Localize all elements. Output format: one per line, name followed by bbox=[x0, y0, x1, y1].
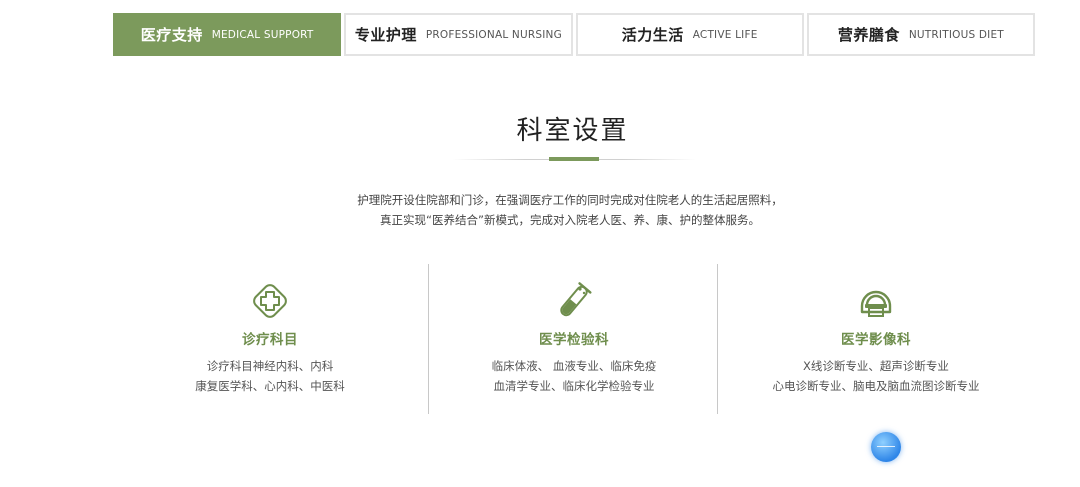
test-tube-icon bbox=[560, 282, 592, 317]
department-name: 医学检验科 bbox=[539, 332, 609, 348]
description-line: 临床体液、 血液专业、临床免疫 bbox=[491, 359, 657, 373]
section-intro: 护理院开设住院部和门诊，在强调医疗工作的同时完成对住院老人的生活起居照料， 真正… bbox=[0, 190, 1080, 230]
tab-label-en: ACTIVE LIFE bbox=[692, 28, 758, 41]
tab-label-zh: 营养膳食 bbox=[837, 26, 900, 44]
description-line: 诊疗科目神经内科、内科 bbox=[206, 359, 334, 373]
tab-active-life[interactable]: 活力生活 ACTIVE LIFE bbox=[575, 13, 804, 56]
floating-action-button[interactable] bbox=[871, 432, 901, 462]
medical-cross-icon bbox=[253, 284, 287, 318]
department-description: X线诊断专业、超声诊断专业 心电诊断专业、脑电及脑血流图诊断专业 bbox=[725, 356, 1027, 396]
tab-label-en: NUTRITIOUS DIET bbox=[908, 28, 1004, 41]
tab-label-zh: 医疗支持 bbox=[140, 26, 203, 44]
tab-label-zh: 活力生活 bbox=[621, 26, 684, 44]
column-divider bbox=[428, 264, 429, 414]
tab-medical-support[interactable]: 医疗支持 MEDICAL SUPPORT bbox=[113, 13, 342, 56]
description-line: 心电诊断专业、脑电及脑血流图诊断专业 bbox=[772, 379, 980, 393]
tab-nutritious-diet[interactable]: 营养膳食 NUTRITIOUS DIET bbox=[806, 13, 1035, 56]
description-line: 血清学专业、临床化学检验专业 bbox=[493, 379, 655, 393]
department-name: 医学影像科 bbox=[841, 332, 911, 348]
column-divider bbox=[717, 264, 718, 414]
tab-label-en: PROFESSIONAL NURSING bbox=[425, 28, 562, 41]
title-accent-bar bbox=[549, 157, 599, 161]
intro-line: 护理院开设住院部和门诊，在强调医疗工作的同时完成对住院老人的生活起居照料， bbox=[357, 193, 783, 207]
department-diagnosis: 诊疗科目 诊疗科目神经内科、内科 康复医学科、心内科、中医科 bbox=[125, 264, 415, 414]
description-line: 康复医学科、心内科、中医科 bbox=[195, 379, 345, 393]
department-description: 临床体液、 血液专业、临床免疫 血清学专业、临床化学检验专业 bbox=[430, 356, 718, 396]
department-name: 诊疗科目 bbox=[242, 332, 298, 348]
department-imaging: 医学影像科 X线诊断专业、超声诊断专业 心电诊断专业、脑电及脑血流图诊断专业 bbox=[725, 264, 1027, 414]
tab-label-zh: 专业护理 bbox=[354, 26, 417, 44]
description-line: X线诊断专业、超声诊断专业 bbox=[803, 359, 949, 373]
department-description: 诊疗科目神经内科、内科 康复医学科、心内科、中医科 bbox=[125, 356, 415, 396]
tab-bar: 医疗支持 MEDICAL SUPPORT 专业护理 PROFESSIONAL N… bbox=[113, 13, 1035, 56]
department-laboratory: 医学检验科 临床体液、 血液专业、临床免疫 血清学专业、临床化学检验专业 bbox=[430, 264, 718, 414]
ct-scanner-icon bbox=[860, 290, 892, 317]
tab-label-en: MEDICAL SUPPORT bbox=[211, 28, 314, 41]
intro-line: 真正实现“医养结合”新模式，完成对入院老人医、养、康、护的整体服务。 bbox=[380, 213, 760, 227]
section-title: 科室设置 bbox=[516, 116, 629, 146]
tab-professional-nursing[interactable]: 专业护理 PROFESSIONAL NURSING bbox=[344, 13, 573, 56]
